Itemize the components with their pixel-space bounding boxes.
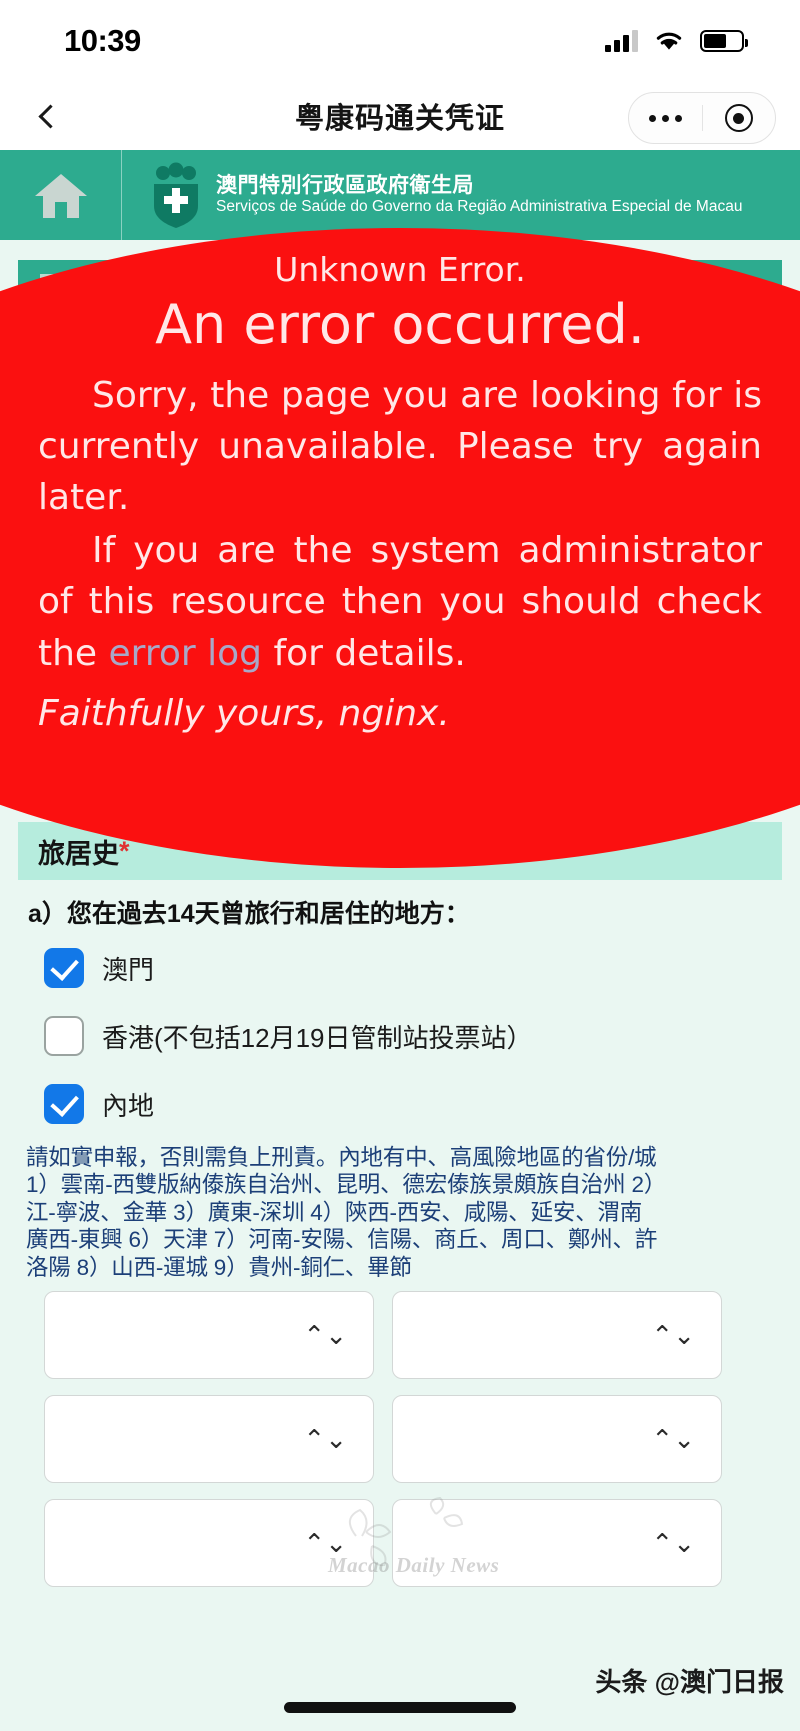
redacted-section-header [18, 260, 782, 322]
checkbox[interactable] [44, 948, 84, 988]
checkbox[interactable] [44, 672, 84, 712]
target-circle-icon [724, 104, 753, 132]
travel-note-line: 廣西-東興 6）天津 7）河南-安陽、信陽、商丘、周口、鄭州、許 [26, 1227, 658, 1253]
chevron-up-down-icon: ⌃⌄ [303, 1424, 347, 1455]
travel-option-macau[interactable]: 澳門 [0, 934, 800, 1002]
symptom-option-label: 咳嗽、喉嚨痛、流鼻水、鼻塞或其他呼吸道症狀 [102, 476, 649, 507]
chevron-up-down-icon: ⌃⌄ [651, 1320, 695, 1351]
macao-daily-watermark: Macao Daily News [328, 1553, 500, 1577]
home-button[interactable] [0, 150, 122, 240]
home-icon [34, 174, 87, 218]
battery-icon [700, 30, 748, 52]
region-select[interactable]: ⌃⌄ [392, 1291, 722, 1380]
home-indicator [284, 1702, 516, 1713]
chevron-up-down-icon: ⌃⌄ [651, 1528, 695, 1559]
symptom-section-heading: 您今天是否出現以下症狀？ [18, 330, 782, 388]
gov-title-pt: Serviços de Saúde do Governo da Região A… [216, 197, 743, 215]
symptom-option-none[interactable]: 沒有以上症狀 [0, 524, 800, 592]
gov-banner-text: 澳門特別行政區政府衛生局 Serviços de Saúde do Govern… [216, 174, 742, 215]
more-dots-icon[interactable] [629, 114, 702, 122]
region-select[interactable]: ⌃⌄ [44, 1395, 374, 1484]
contact-option-label: 是 [102, 678, 129, 709]
toutiao-watermark: 头条 @澳门日报 [595, 1667, 784, 1697]
travel-note: 請如實申報，否則需負上刑責。內地有中、高風險地區的省份/城 1）雲南-西雙版納傣… [0, 1138, 800, 1281]
checkbox[interactable] [44, 740, 84, 780]
phone-screen: 10:39 粤康码通关凭证 澳門特別行政區政府衛生局 Serviços de S… [0, 0, 800, 1731]
contact-option-yes[interactable]: 是 [0, 658, 800, 726]
checkbox[interactable] [44, 1084, 84, 1124]
checkbox[interactable] [44, 1016, 84, 1056]
travel-option-label: 內地 [102, 1090, 155, 1121]
symptom-option-respiratory[interactable]: 咳嗽、喉嚨痛、流鼻水、鼻塞或其他呼吸道症狀 [0, 456, 800, 524]
travel-option-label: 澳門 [102, 954, 155, 985]
close-mini-program-button[interactable] [703, 104, 776, 132]
chevron-left-icon [38, 103, 63, 129]
region-select[interactable]: ⌃⌄ [392, 1395, 722, 1484]
travel-note-line: 洛陽 8）山西-運城 9）貴州-銅仁、畢節 [26, 1254, 412, 1280]
travel-note-line: 江-寧波、金華 3）廣東-深圳 4）陝西-西安、咸陽、延安、渭南 [26, 1199, 643, 1225]
symptom-option-label: 沒有以上症狀 [102, 544, 259, 575]
gov-title-zh: 澳門特別行政區政府衛生局 [216, 174, 474, 198]
mini-program-capsule [628, 92, 776, 144]
checkbox[interactable] [44, 538, 84, 578]
wifi-icon [656, 32, 682, 50]
required-asterisk: * [119, 835, 130, 866]
region-select[interactable]: ⌃⌄ [44, 1291, 374, 1380]
gov-banner: 澳門特別行政區政府衛生局 Serviços de Saúde do Govern… [0, 150, 800, 240]
checkbox[interactable] [44, 470, 84, 510]
symptom-option-fever[interactable]: 發燒 [0, 388, 800, 456]
checkbox[interactable] [44, 402, 84, 442]
travel-option-mainland[interactable]: 內地 [0, 1070, 800, 1138]
symptom-option-label: 發燒 [102, 408, 155, 439]
travel-question: a）您在過去14天曾旅行和居住的地方： [28, 900, 470, 928]
cellular-bars-icon [605, 30, 638, 52]
nav-bar: 粤康码通关凭证 [0, 82, 800, 150]
travel-section-heading: 旅居史 * [18, 822, 782, 880]
status-bar: 10:39 [0, 0, 800, 82]
back-button[interactable] [26, 94, 70, 138]
travel-note-line: 請如實申報，否則需負上刑責。內地有中、高風險地區的省份/城 [26, 1145, 657, 1170]
chevron-up-down-icon: ⌃⌄ [651, 1424, 695, 1455]
travel-heading-text: 旅居史 [38, 838, 119, 869]
contact-option-label: 否 [102, 746, 129, 777]
travel-option-label: 香港(不包括12月19日管制站投票站） [102, 1022, 533, 1053]
mosaic-blur-icon [40, 274, 242, 308]
travel-option-hongkong[interactable]: 香港(不包括12月19日管制站投票站） [0, 1002, 800, 1070]
status-time: 10:39 [64, 23, 141, 58]
status-icons [605, 30, 748, 52]
travel-note-line: 1）雲南-西雙版納傣族自治州、昆明、德宏傣族景頗族自治州 2） [26, 1172, 667, 1198]
contact-section-heading: 您在過去14天曾接觸新型冠狀病毒肺炎確診病人？ [18, 600, 782, 658]
contact-option-no[interactable]: 否 [0, 726, 800, 794]
chevron-up-down-icon: ⌃⌄ [303, 1320, 347, 1351]
health-bureau-shield-icon [146, 162, 206, 228]
